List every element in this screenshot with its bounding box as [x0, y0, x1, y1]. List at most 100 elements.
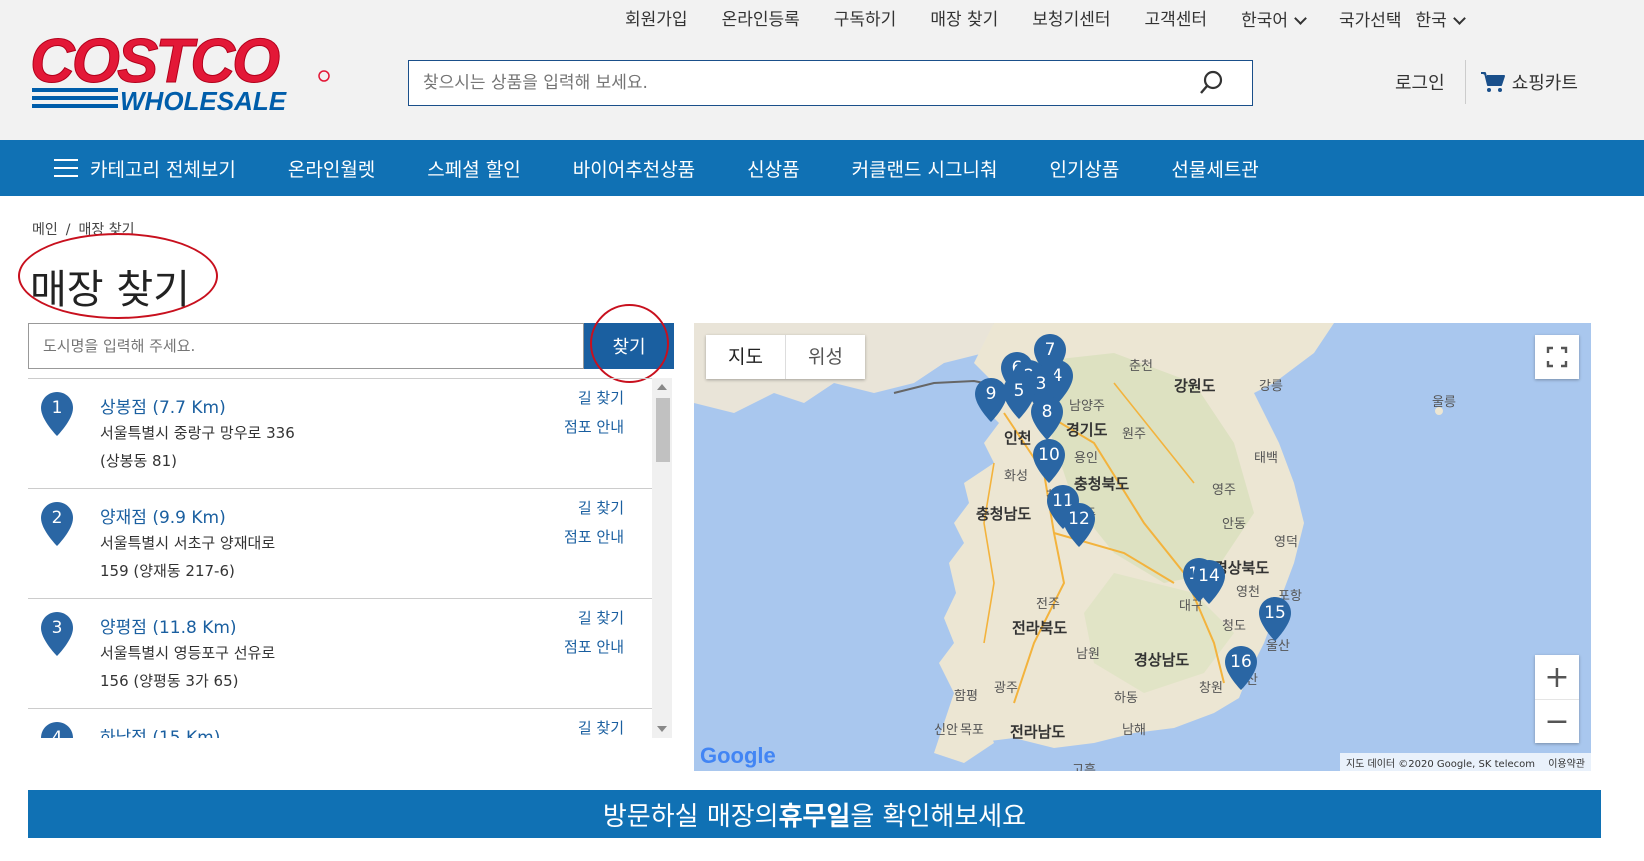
google-logo: Google — [700, 743, 776, 769]
banner-text-bold: 휴무일 — [778, 801, 851, 832]
find-store-link[interactable]: 매장 찾기 — [930, 6, 998, 36]
city-search — [28, 323, 584, 369]
map-label: 전주 — [1036, 597, 1060, 612]
map-pin-icon: 3 — [40, 611, 74, 657]
cart-link[interactable]: 쇼핑카트 — [1480, 69, 1578, 95]
country-dropdown[interactable]: 국가선택 한국 — [1338, 6, 1466, 36]
map-label: 남해 — [1122, 723, 1146, 738]
search-icon[interactable] — [1198, 70, 1224, 96]
country-label: 국가선택 — [1338, 11, 1402, 31]
directions-link[interactable]: 길 찾기 — [578, 717, 624, 738]
nav-item-kirkland[interactable]: 커클랜드 시그니춰 — [852, 155, 998, 182]
map-label: 함평 — [954, 689, 978, 704]
map-marker[interactable]: 16 — [1224, 645, 1258, 691]
product-search-input[interactable] — [409, 61, 1169, 105]
map-marker[interactable]: 8 — [1030, 395, 1064, 441]
map-label: 광주 — [994, 681, 1018, 696]
map-marker[interactable]: 12 — [1062, 502, 1096, 548]
satellite-tab[interactable]: 위성 — [784, 335, 865, 379]
store-map[interactable]: 춘천 강원도 강릉 남양주 인천 경기도 원주 용인 태백 울릉 화성 충청북도… — [694, 323, 1591, 771]
holiday-banner[interactable]: 방문하실 매장의 휴무일 을 확인해보세요 — [28, 790, 1601, 838]
store-number: 2 — [51, 508, 63, 528]
map-pin-icon: 1 — [40, 391, 74, 437]
city-search-input[interactable] — [29, 324, 583, 368]
store-info-link[interactable]: 점포 안내 — [564, 636, 624, 657]
map-label: 청도 — [1222, 619, 1246, 634]
nav-item-popular[interactable]: 인기상품 — [1049, 155, 1119, 182]
hearing-center-link[interactable]: 보청기센터 — [1032, 6, 1110, 36]
hamburger-icon — [54, 159, 78, 177]
store-item: 2 양재점 (9.9 Km) 서울특별시 서초구 양재대로 159 (양재동 2… — [28, 489, 654, 599]
map-label: 강릉 — [1259, 379, 1283, 394]
store-name[interactable]: 양재점 (9.9 Km) — [100, 503, 226, 528]
product-search — [408, 60, 1253, 106]
signup-link[interactable]: 회원가입 — [625, 6, 688, 36]
annotation-circle — [590, 304, 669, 383]
customer-center-link[interactable]: 고객센터 — [1145, 6, 1208, 36]
subscribe-link[interactable]: 구독하기 — [834, 6, 897, 36]
login-link[interactable]: 로그인 — [1395, 69, 1445, 95]
breadcrumb-home[interactable]: 메인 — [32, 222, 58, 238]
store-item: 1 상봉점 (7.7 Km) 서울특별시 중랑구 망우로 336 (상봉동 81… — [28, 379, 654, 489]
category-nav: 카테고리 전체보기 온라인월렛 스페셜 할인 바이어추천상품 신상품 커클랜드 … — [0, 140, 1644, 196]
marker-number: 16 — [1230, 652, 1252, 672]
annotation-circle — [18, 233, 218, 319]
language-dropdown[interactable]: 한국어 — [1241, 6, 1307, 36]
map-label: 용인 — [1074, 451, 1098, 466]
map-tab[interactable]: 지도 — [706, 335, 785, 379]
store-address-detail: (상봉동 81) — [100, 452, 177, 470]
nav-item-new-products[interactable]: 신상품 — [747, 155, 799, 182]
store-name[interactable]: 하남점 (15 Km) — [100, 723, 220, 738]
marker-number: 12 — [1068, 509, 1090, 529]
scroll-thumb[interactable] — [656, 398, 670, 462]
directions-link[interactable]: 길 찾기 — [578, 497, 624, 518]
marker-number: 15 — [1264, 603, 1286, 623]
zoom-control: + − — [1535, 655, 1579, 743]
map-label: 인천 — [1004, 429, 1032, 447]
map-label: 안동 — [1222, 517, 1246, 532]
scroll-up-icon[interactable] — [657, 384, 667, 390]
nav-item-online-wallet[interactable]: 온라인월렛 — [288, 155, 375, 182]
store-number: 1 — [51, 398, 63, 418]
all-categories-button[interactable]: 카테고리 전체보기 — [54, 155, 236, 182]
map-pin-icon: 4 — [40, 721, 74, 738]
chevron-down-icon — [1294, 12, 1307, 25]
map-label: 전라북도 — [1012, 619, 1068, 637]
store-list-scrollbar[interactable] — [652, 378, 672, 738]
nav-item-special-discount[interactable]: 스페셜 할인 — [427, 155, 520, 182]
map-marker[interactable]: 15 — [1258, 596, 1292, 642]
country-value: 한국 — [1415, 11, 1447, 31]
terms-link[interactable]: 이용약관 — [1548, 759, 1585, 770]
map-marker[interactable]: 14 — [1192, 559, 1226, 605]
map-label: 목포 — [960, 723, 984, 738]
store-name[interactable]: 상봉점 (7.7 Km) — [100, 393, 226, 418]
store-number: 4 — [51, 728, 63, 738]
marker-number: 7 — [1044, 340, 1056, 360]
map-label: 태백 — [1254, 451, 1278, 466]
online-register-link[interactable]: 온라인등록 — [722, 6, 800, 36]
store-info-link[interactable]: 점포 안내 — [564, 526, 624, 547]
map-label: 화성 — [1004, 469, 1028, 484]
costco-logo[interactable]: COSTCO WHOLESALE — [28, 26, 333, 116]
map-label: 남양주 — [1069, 399, 1105, 414]
scroll-down-icon[interactable] — [657, 726, 667, 732]
map-label: 강원도 — [1174, 377, 1216, 395]
directions-link[interactable]: 길 찾기 — [578, 387, 624, 408]
directions-link[interactable]: 길 찾기 — [578, 607, 624, 628]
store-info-link[interactable]: 점포 안내 — [564, 416, 624, 437]
fullscreen-icon — [1546, 346, 1568, 368]
cart-label: 쇼핑카트 — [1511, 73, 1578, 94]
map-label: 영천 — [1236, 585, 1260, 600]
store-list: 1 상봉점 (7.7 Km) 서울특별시 중랑구 망우로 336 (상봉동 81… — [28, 378, 654, 738]
map-attribution: 지도 데이터 ©2020 Google, SK telecom 이용약관 — [1339, 753, 1591, 771]
fullscreen-button[interactable] — [1535, 335, 1579, 379]
zoom-out-button[interactable]: − — [1535, 699, 1579, 743]
store-name[interactable]: 양평점 (11.8 Km) — [100, 613, 237, 638]
map-marker[interactable]: 10 — [1032, 438, 1066, 484]
zoom-in-button[interactable]: + — [1535, 655, 1579, 699]
chevron-down-icon — [1452, 12, 1466, 25]
nav-item-buyer-picks[interactable]: 바이어추천상품 — [573, 155, 695, 182]
account-area: 로그인 쇼핑카트 — [1395, 60, 1578, 104]
nav-item-gift-sets[interactable]: 선물세트관 — [1171, 155, 1258, 182]
store-address: 서울특별시 서초구 양재대로 — [100, 534, 276, 552]
